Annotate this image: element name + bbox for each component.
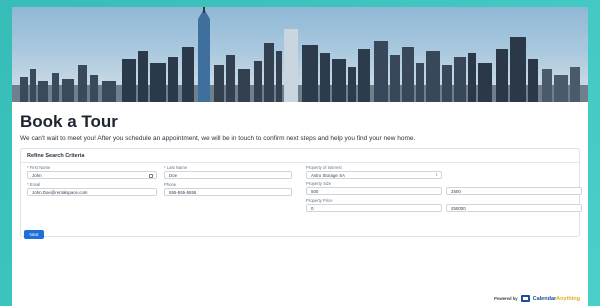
email-label: * Email: [27, 182, 41, 187]
property-size-label: Property Size: [306, 181, 332, 186]
page-title: Book a Tour: [20, 112, 118, 131]
property-price-max-value: 250000: [451, 206, 466, 211]
chevron-updown-icon: ↕: [435, 172, 439, 178]
brand-name[interactable]: CalendarAnything: [533, 296, 580, 302]
powered-by-footer: Powered by CalendarAnything: [494, 295, 580, 302]
phone-field[interactable]: 555-555-5555: [164, 188, 292, 196]
intro-text: We can't wait to meet you! After you sch…: [20, 135, 416, 142]
property-interest-value: Astro Storage SA: [311, 173, 345, 178]
property-size-min-value: 500: [311, 189, 319, 194]
first-name-field[interactable]: John: [27, 171, 157, 179]
property-price-max-field[interactable]: 250000: [446, 204, 582, 212]
calendar-icon[interactable]: [149, 173, 153, 178]
phone-value: 555-555-5555: [169, 190, 197, 195]
skyline-image: [12, 7, 588, 102]
section-title: Refine Search Criteria: [27, 153, 85, 159]
last-name-label: * Last Name: [164, 165, 188, 170]
city-skyline-banner: [12, 7, 588, 102]
property-size-min-field[interactable]: 500: [306, 187, 442, 195]
last-name-field[interactable]: Doe: [164, 171, 292, 179]
property-price-min-value: 0: [311, 206, 314, 211]
search-criteria-card: Refine Search Criteria * First Name John…: [20, 148, 582, 237]
property-size-max-value: 2500: [451, 189, 461, 194]
first-name-value: John: [32, 173, 42, 178]
next-button[interactable]: Next: [24, 230, 44, 239]
main-content: Book a Tour We can't wait to meet you! A…: [12, 102, 588, 237]
phone-label: Phone: [164, 182, 177, 187]
last-name-value: Doe: [169, 173, 178, 178]
first-name-label: * First Name: [27, 165, 51, 170]
brand-name-part2: Anything: [556, 295, 580, 302]
property-size-max-field[interactable]: 2500: [446, 187, 582, 195]
powered-by-text: Powered by: [494, 296, 518, 301]
property-price-min-field[interactable]: 0: [306, 204, 442, 212]
calendar-logo-icon: [520, 295, 530, 302]
brand-name-part1: Calendar: [532, 295, 557, 302]
property-interest-label: Property of Interest: [306, 165, 342, 170]
property-price-label: Property Price: [306, 198, 333, 203]
email-field[interactable]: John.Doe@rentalspace.com: [27, 188, 157, 196]
booking-page: Book a Tour We can't wait to meet you! A…: [12, 7, 588, 306]
email-value: John.Doe@rentalspace.com: [32, 190, 88, 195]
section-divider: [21, 162, 579, 163]
property-interest-select[interactable]: Astro Storage SA ↕: [306, 171, 442, 179]
